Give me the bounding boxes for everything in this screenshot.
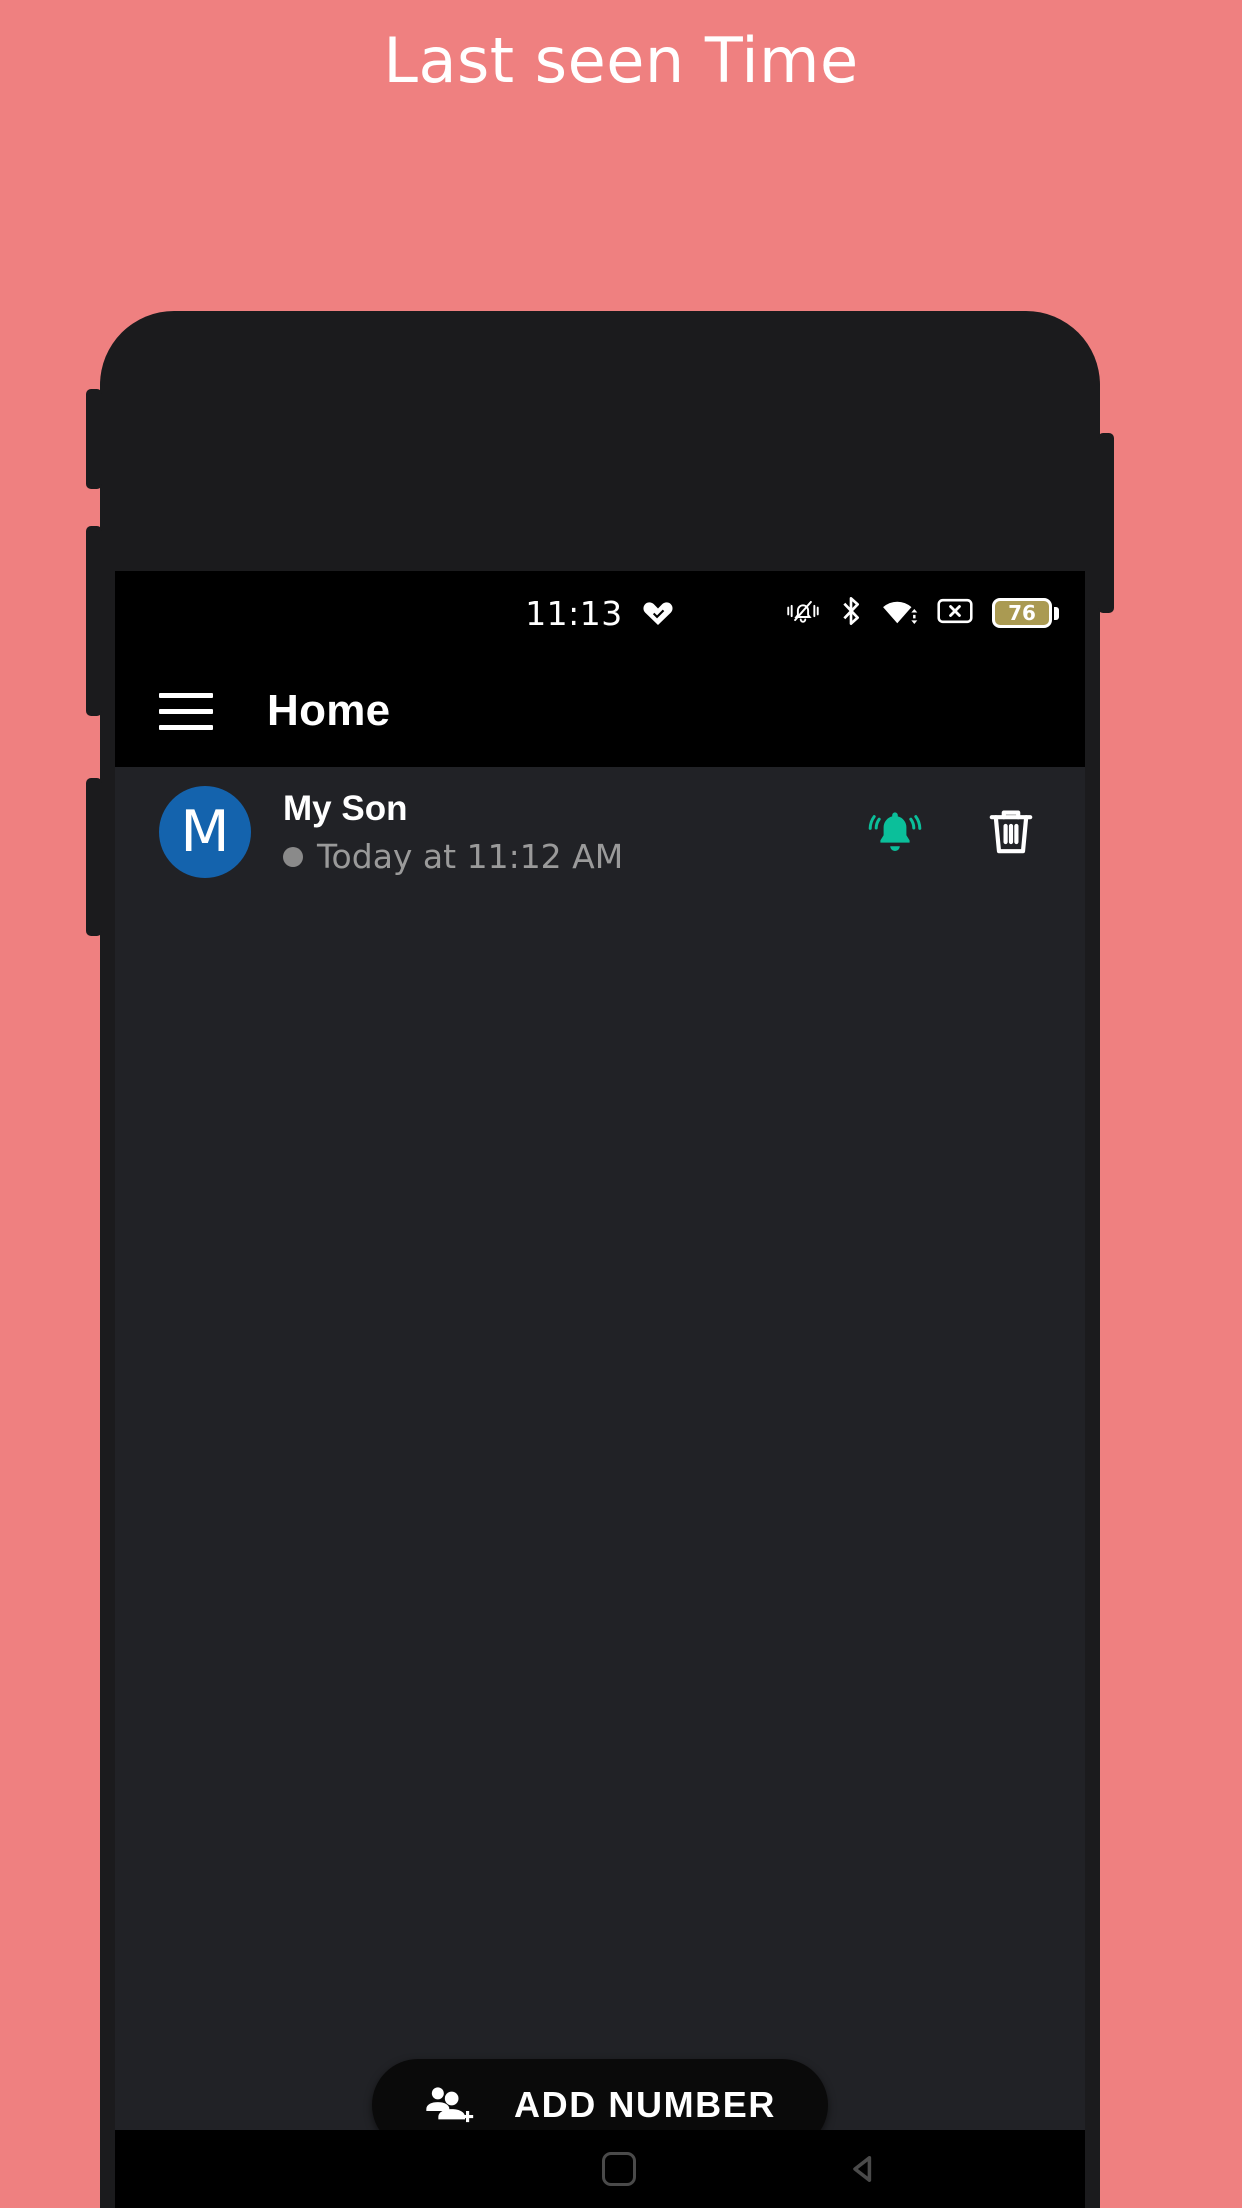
power-button[interactable] (1098, 433, 1114, 613)
add-number-label: ADD NUMBER (514, 2084, 776, 2125)
wifi-icon (882, 596, 918, 631)
list-item-text: My Son Today at 11:12 AM (283, 788, 867, 876)
avatar: M (159, 786, 251, 878)
bluetooth-icon (839, 595, 863, 632)
battery-indicator: 76 (992, 598, 1059, 628)
android-nav-bar (115, 2130, 1085, 2208)
status-bar: 11:13 76 (115, 571, 1085, 655)
contact-status: Today at 11:12 AM (283, 837, 867, 876)
status-clock: 11:13 (525, 593, 623, 633)
heart-check-icon (641, 596, 675, 631)
no-sim-icon (937, 597, 973, 630)
contact-name: My Son (283, 788, 408, 828)
device-screen: 11:13 76 Home M My Son Today at 11:12 AM… (115, 571, 1085, 2208)
assistant-button[interactable] (86, 778, 102, 936)
battery-level: 76 (992, 598, 1052, 628)
list-item[interactable]: M My Son Today at 11:12 AM (115, 767, 1085, 897)
page-title: Last seen Time (383, 24, 859, 97)
screenshot-root: Last seen Time 11:13 76 Home M My Son To… (0, 0, 1242, 2208)
status-dot-icon (283, 846, 303, 867)
recents-icon[interactable] (351, 2157, 391, 2182)
group-add-icon (424, 2082, 474, 2129)
app-bar-title: Home (267, 686, 391, 735)
vibrate-off-icon (786, 598, 820, 629)
status-bar-right: 76 (786, 571, 1059, 655)
trash-icon[interactable] (985, 804, 1037, 860)
home-square-icon[interactable] (601, 2152, 636, 2186)
contact-list: M My Son Today at 11:12 AM (115, 767, 1085, 897)
phone-frame: 11:13 76 Home M My Son Today at 11:12 AM… (86, 311, 1114, 2208)
battery-cap (1054, 606, 1059, 620)
list-item-actions (867, 804, 1037, 860)
app-bar: Home (115, 655, 1085, 767)
volume-up-button[interactable] (86, 389, 102, 489)
last-seen-time: Today at 11:12 AM (317, 837, 624, 877)
back-triangle-icon[interactable] (847, 2153, 879, 2185)
hamburger-menu-icon[interactable] (159, 692, 213, 730)
volume-down-button[interactable] (86, 526, 102, 716)
ringing-bell-icon[interactable] (867, 804, 923, 860)
